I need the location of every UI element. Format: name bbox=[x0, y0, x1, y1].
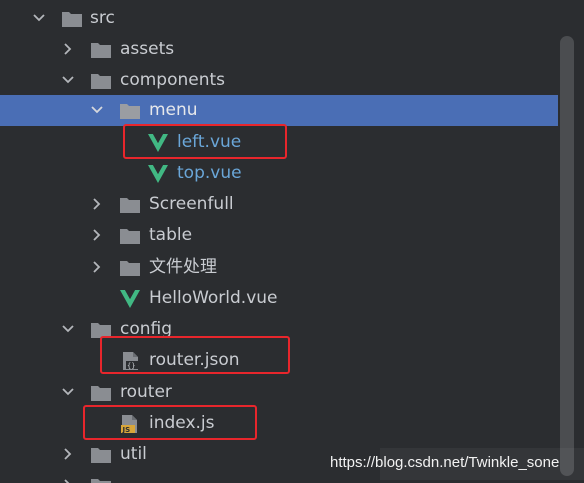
tree-item-label: assets bbox=[120, 39, 175, 59]
chevron-down-icon[interactable] bbox=[89, 102, 105, 118]
folder-icon bbox=[119, 258, 141, 278]
folder-icon bbox=[90, 40, 112, 60]
tree-item-label: Screenfull bbox=[149, 194, 234, 214]
tree-item-src[interactable]: src bbox=[0, 3, 584, 34]
chevron-down-icon[interactable] bbox=[31, 10, 47, 26]
tree-item-screenfull[interactable]: Screenfull bbox=[0, 189, 584, 220]
tree-item-label: router bbox=[120, 382, 172, 402]
highlight-box-left-vue bbox=[123, 124, 287, 159]
tree-item-left-vue[interactable]: left.vue bbox=[0, 127, 584, 158]
tree-item-assets[interactable]: assets bbox=[0, 34, 584, 65]
tree-item-label: table bbox=[149, 225, 193, 245]
vue-file-icon bbox=[147, 164, 169, 184]
tree-item-top-vue[interactable]: top.vue bbox=[0, 158, 584, 189]
chevron-down-icon[interactable] bbox=[60, 72, 76, 88]
tree-item-label: menu bbox=[149, 100, 198, 120]
chevron-right-icon bbox=[60, 477, 76, 483]
folder-icon bbox=[90, 71, 112, 91]
chevron-down-icon[interactable] bbox=[60, 384, 76, 400]
tree-item-router-json[interactable]: {} router.json bbox=[0, 345, 584, 376]
chevron-down-icon[interactable] bbox=[60, 321, 76, 337]
tree-item-label: top.vue bbox=[177, 163, 242, 183]
folder-icon bbox=[90, 383, 112, 403]
tree-item-file-processing[interactable]: 文件处理 bbox=[0, 252, 584, 283]
tree-item-label: util bbox=[120, 444, 147, 464]
folder-icon bbox=[61, 9, 83, 29]
tree-item-router[interactable]: router bbox=[0, 377, 584, 408]
project-tree: src assets components menu left.vue top.… bbox=[0, 0, 584, 483]
folder-icon bbox=[119, 226, 141, 246]
folder-icon bbox=[90, 445, 112, 465]
tree-item-label: 文件处理 bbox=[149, 257, 217, 277]
tree-item-config[interactable]: config bbox=[0, 314, 584, 345]
folder-icon bbox=[119, 101, 141, 121]
vertical-scrollbar[interactable] bbox=[560, 36, 574, 476]
highlight-box-router-json bbox=[100, 336, 290, 374]
vue-file-icon bbox=[119, 289, 141, 309]
highlight-box-index-js bbox=[83, 405, 257, 440]
tree-item-components[interactable]: components bbox=[0, 65, 584, 96]
tree-item-label: HelloWorld.vue bbox=[149, 288, 278, 308]
tree-item-menu[interactable]: menu bbox=[0, 95, 558, 126]
chevron-right-icon[interactable] bbox=[89, 259, 105, 275]
tree-item-label: src bbox=[90, 8, 115, 28]
watermark: https://blog.csdn.net/Twinkle_sone bbox=[330, 454, 560, 471]
chevron-right-icon[interactable] bbox=[89, 227, 105, 243]
tree-item-table[interactable]: table bbox=[0, 220, 584, 251]
chevron-right-icon[interactable] bbox=[89, 196, 105, 212]
folder-icon bbox=[90, 476, 112, 483]
chevron-right-icon[interactable] bbox=[60, 41, 76, 57]
tree-item-helloworld-vue[interactable]: HelloWorld.vue bbox=[0, 283, 584, 314]
tree-item-label: components bbox=[120, 70, 226, 90]
chevron-right-icon[interactable] bbox=[60, 446, 76, 462]
folder-icon bbox=[119, 195, 141, 215]
